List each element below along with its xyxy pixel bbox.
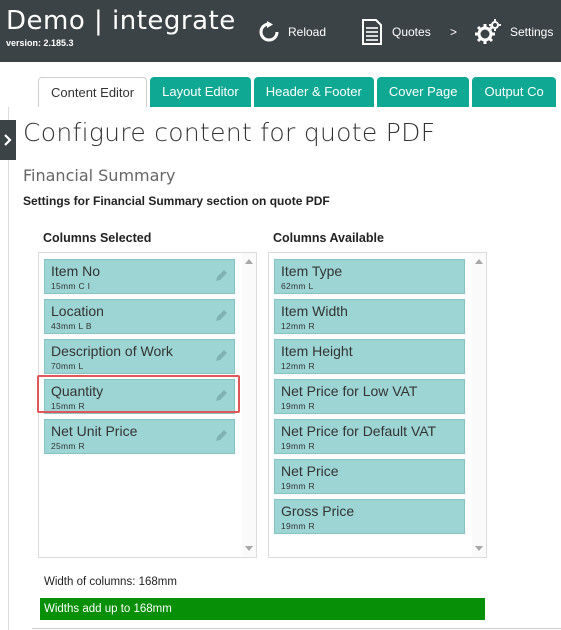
column-item[interactable]: Net Unit Price 25mm R [44,419,235,454]
tab-content-editor[interactable]: Content Editor [38,77,148,107]
column-name: Description of Work [51,343,173,359]
reload-button[interactable]: Reload [259,19,326,45]
tab-cover-page[interactable]: Cover Page [376,77,470,107]
column-name: Net Unit Price [51,423,138,439]
column-meta: 25mm R [51,441,85,451]
app-version: version: 2.185.3 [6,38,74,48]
columns-available-list[interactable]: Item Type 62mm L Item Width 12mm R Item … [268,252,487,558]
columns-width-label: Width of columns: 168mm [44,576,177,588]
column-item[interactable]: Description of Work 70mm L [44,339,235,374]
column-item[interactable]: Net Price for Default VAT 19mm R [274,419,465,454]
breadcrumb-separator: > [450,25,458,39]
column-meta: 19mm R [281,481,315,491]
column-name: Location [51,303,104,319]
column-name: Net Price for Low VAT [281,383,418,399]
column-name: Quantity [51,383,104,399]
column-name: Gross Price [281,503,355,519]
column-meta: 12mm R [281,361,315,371]
panel-edge [8,107,9,630]
reload-icon [259,21,279,42]
section-title: Financial Summary [23,166,176,185]
column-meta: 15mm R [51,401,85,411]
top-bar: Demo | integrate version: 2.185.3 Reload… [0,0,561,62]
app-title: Demo | integrate [6,6,236,36]
column-item[interactable]: Item Height 12mm R [274,339,465,374]
pencil-icon[interactable] [214,389,228,403]
column-item[interactable]: Net Price 19mm R [274,459,465,494]
scroll-down-arrow[interactable] [475,546,483,551]
section-description: Settings for Financial Summary section o… [23,194,330,208]
quotes-label: Quotes [392,25,431,39]
tab-output[interactable]: Output Co [472,77,556,107]
column-name: Net Price [281,463,339,479]
column-name: Item No [51,263,101,279]
column-item[interactable]: Item Type 62mm L [274,259,465,294]
scroll-down-arrow[interactable] [245,546,253,551]
chevron-right-icon [4,134,12,146]
quotes-link[interactable]: Quotes [361,19,431,45]
column-name: Item Width [281,303,348,319]
page-title: Configure content for quote PDF [23,118,436,147]
scrollbar[interactable] [472,253,486,557]
column-meta: 62mm L [281,281,314,291]
gear-icon [475,19,501,44]
scroll-up-arrow[interactable] [245,259,253,264]
settings-label: Settings [510,25,554,39]
settings-link[interactable]: Settings [475,19,553,45]
brand: Demo | integrate version: 2.185.3 [6,6,236,48]
tab-layout-editor[interactable]: Layout Editor [150,77,251,107]
column-meta: 70mm L [51,361,84,371]
scroll-up-arrow[interactable] [475,259,483,264]
column-meta: 43mm L B [51,321,92,331]
column-item[interactable]: Location 43mm L B [44,299,235,334]
column-meta: 19mm R [281,521,315,531]
column-meta: 19mm R [281,441,315,451]
width-status-bar: Widths add up to 168mm [40,598,485,620]
columns-selected-header: Columns Selected [43,231,152,245]
column-name: Item Height [281,343,353,359]
editor-tabs: Content Editor Layout Editor Header & Fo… [38,77,556,107]
column-name: Net Price for Default VAT [281,423,437,439]
reload-label: Reload [288,25,327,39]
pencil-icon[interactable] [214,429,228,443]
columns-selected-list[interactable]: Item No 15mm C I Location 43mm L B Descr… [38,252,257,558]
pencil-icon[interactable] [214,269,228,283]
tab-header-footer[interactable]: Header & Footer [253,77,374,107]
column-meta: 19mm R [281,401,315,411]
scrollbar[interactable] [242,253,256,557]
column-meta: 12mm R [281,321,315,331]
column-meta: 15mm C I [51,281,91,291]
column-name: Item Type [281,263,343,279]
columns-available-header: Columns Available [273,231,384,245]
divider [32,628,561,629]
pencil-icon[interactable] [214,349,228,363]
pencil-icon[interactable] [214,309,228,323]
column-item[interactable]: Item No 15mm C I [44,259,235,294]
column-item[interactable]: Item Width 12mm R [274,299,465,334]
side-panel-toggle[interactable] [0,120,16,160]
document-icon [362,19,382,45]
column-item[interactable]: Net Price for Low VAT 19mm R [274,379,465,414]
column-item[interactable]: Gross Price 19mm R [274,499,465,534]
column-item[interactable]: Quantity 15mm R [44,379,235,414]
